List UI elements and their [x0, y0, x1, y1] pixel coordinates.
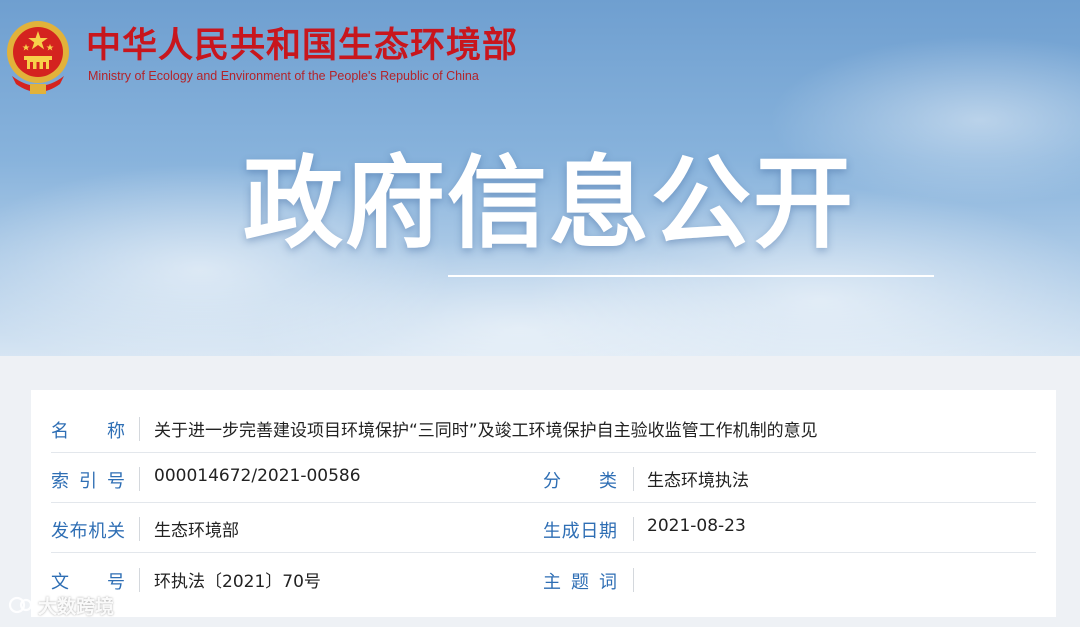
header-banner: 中华人民共和国生态环境部 Ministry of Ecology and Env… — [0, 0, 1080, 356]
ministry-name-en: Ministry of Ecology and Environment of t… — [88, 69, 479, 83]
watermark: 大数跨境 — [8, 592, 114, 618]
info-row-name: 名称名称 关于进一步完善建设项目环境保护“三同时”及竣工环境保护自主验收监管工作… — [31, 403, 1056, 453]
document-info-card: 名称名称 关于进一步完善建设项目环境保护“三同时”及竣工环境保护自主验收监管工作… — [31, 390, 1056, 617]
banner-divider — [448, 275, 934, 277]
date-label: 生成日期生成日期 — [543, 517, 617, 543]
issuer-value: 生态环境部 — [154, 521, 239, 541]
watermark-text: 大数跨境 — [38, 595, 115, 618]
divider — [633, 517, 634, 541]
divider — [139, 517, 140, 541]
info-row-docno: 文号文号 环执法〔2021〕70号 主题词主题词 — [31, 554, 1056, 604]
watermark-logo-icon — [8, 596, 33, 614]
index-value: 000014672/2021-00586 — [154, 466, 361, 486]
subject-label: 主题词主题词 — [543, 568, 617, 594]
divider — [139, 467, 140, 491]
divider — [633, 467, 634, 491]
banner-title: 政府信息公开 — [243, 145, 855, 262]
category-label: 分类分类 — [543, 467, 617, 493]
docno-label: 文号文号 — [51, 568, 125, 594]
date-value: 2021-08-23 — [647, 516, 746, 536]
docno-value: 环执法〔2021〕70号 — [154, 572, 321, 592]
info-row-index: 索引号索引号 000014672/2021-00586 分类分类 生态环境执法 — [31, 453, 1056, 503]
divider — [139, 568, 140, 592]
info-row-issuer: 发布机关发布机关 生态环境部 生成日期生成日期 2021-08-23 — [31, 503, 1056, 553]
issuer-label: 发布机关发布机关 — [51, 517, 125, 543]
ministry-name-cn: 中华人民共和国生态环境部 — [86, 26, 519, 66]
name-value: 关于进一步完善建设项目环境保护“三同时”及竣工环境保护自主验收监管工作机制的意见 — [154, 421, 818, 441]
divider — [633, 568, 634, 592]
category-value: 生态环境执法 — [647, 471, 749, 491]
national-emblem-icon — [7, 21, 69, 94]
divider — [139, 417, 140, 441]
name-label: 名称名称 — [51, 417, 125, 443]
index-label: 索引号索引号 — [51, 467, 125, 493]
